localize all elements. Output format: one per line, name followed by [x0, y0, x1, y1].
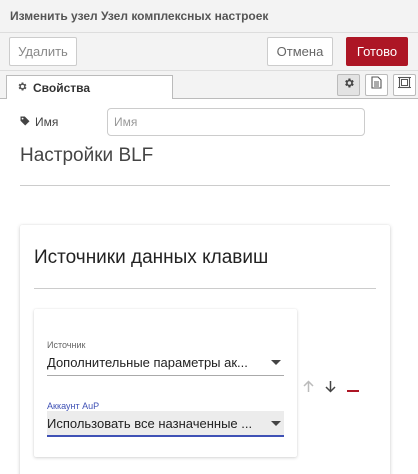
name-label: Имя: [20, 115, 58, 129]
properties-panel: Имя Настройки BLF Источники данных клави…: [0, 99, 418, 474]
caret-down-icon: [268, 360, 284, 365]
source-item: Источник Дополнительные параметры ак... …: [34, 309, 297, 457]
window-title: Изменить узел Узел комплексных настроек: [0, 0, 418, 33]
name-label-text: Имя: [35, 115, 59, 129]
key-sources-card: Источники данных клавиш Источник Дополни…: [20, 225, 390, 474]
caret-down-icon: [268, 420, 284, 426]
gear-icon: [17, 81, 28, 95]
divider: [20, 185, 390, 186]
divider: [34, 288, 376, 289]
tab-properties[interactable]: Свойства: [6, 75, 173, 100]
card-title: Источники данных клавиш: [34, 247, 269, 268]
item-actions: [303, 379, 359, 399]
account-select[interactable]: Использовать все назначенные ...: [47, 411, 284, 437]
source-value: Дополнительные параметры ак...: [47, 355, 248, 370]
gear-icon: [343, 76, 355, 94]
account-value: Использовать все назначенные ...: [47, 415, 253, 431]
cancel-button[interactable]: Отмена: [267, 37, 333, 66]
appearance-tab-button[interactable]: [393, 74, 416, 96]
move-down-button[interactable]: [325, 380, 336, 398]
tag-icon: [20, 115, 30, 129]
layout-icon: [398, 76, 411, 94]
account-label: Аккаунт AuP: [47, 401, 100, 411]
tab-bar: Свойства: [0, 71, 418, 100]
settings-tab-button[interactable]: [337, 74, 360, 96]
section-title: Настройки BLF: [20, 145, 154, 166]
source-select[interactable]: Дополнительные параметры ак...: [47, 350, 284, 376]
arrow-up-icon: [303, 380, 314, 397]
action-bar: Удалить Отмена Готово: [0, 33, 418, 71]
minus-icon: [347, 380, 359, 397]
done-button[interactable]: Готово: [346, 37, 408, 66]
delete-button[interactable]: Удалить: [9, 37, 77, 66]
source-label: Источник: [47, 340, 86, 350]
description-tab-button[interactable]: [365, 74, 388, 96]
remove-button[interactable]: [347, 380, 359, 398]
name-input[interactable]: [107, 108, 365, 136]
document-icon: [371, 76, 382, 94]
arrow-down-icon: [325, 380, 336, 397]
move-up-button[interactable]: [303, 380, 314, 398]
tab-properties-label: Свойства: [33, 81, 91, 95]
